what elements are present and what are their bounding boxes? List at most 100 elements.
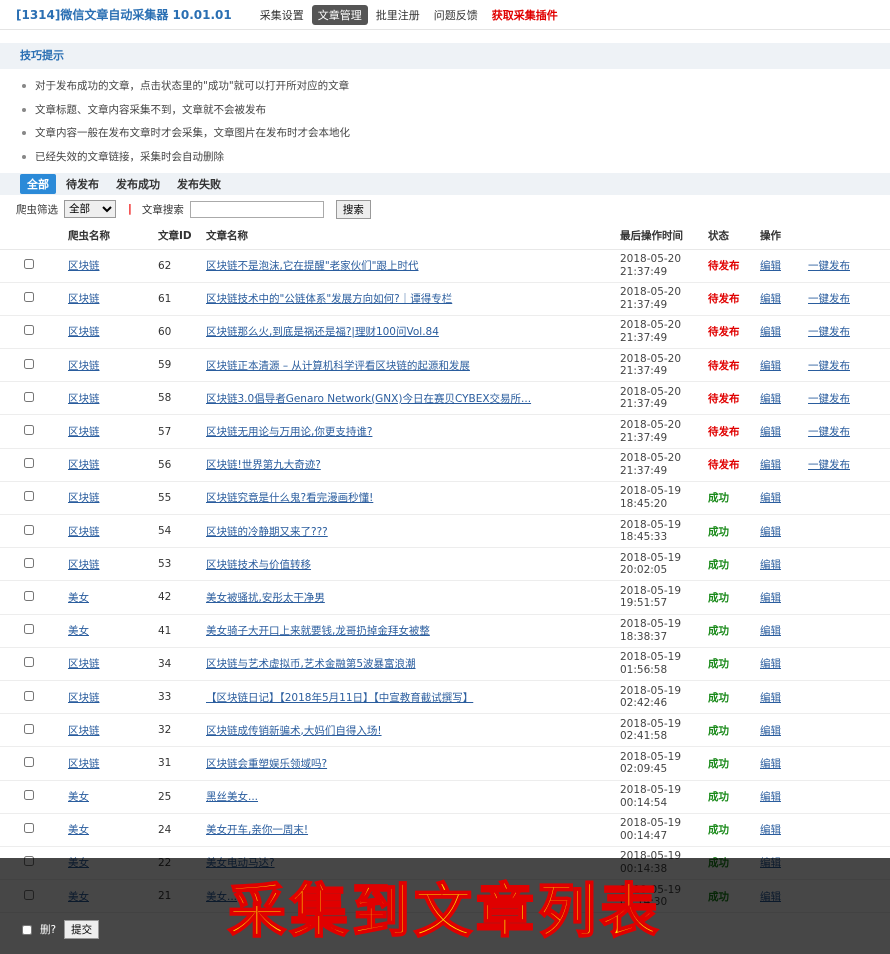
crawler-link[interactable]: 区块链 xyxy=(68,658,100,670)
row-checkbox[interactable] xyxy=(24,391,34,402)
row-checkbox[interactable] xyxy=(24,657,34,668)
article-title-link[interactable]: 区块链3.0倡导者Genaro Network(GNX)今日在赛贝CYBEX交易… xyxy=(206,393,531,405)
status-badge[interactable]: 待发布 xyxy=(708,414,760,449)
row-checkbox[interactable] xyxy=(24,491,34,502)
publish-link[interactable]: 一键发布 xyxy=(808,360,850,372)
crawler-link[interactable]: 美女 xyxy=(68,824,89,836)
row-checkbox[interactable] xyxy=(24,690,34,701)
crawler-link[interactable]: 区块链 xyxy=(68,492,100,504)
row-checkbox[interactable] xyxy=(24,823,34,834)
article-title-link[interactable]: 区块链的冷静期又来了??? xyxy=(206,526,328,538)
article-title-link[interactable]: 区块链无用论与万用论,你更支持谁? xyxy=(206,426,372,438)
edit-link[interactable]: 编辑 xyxy=(760,658,781,670)
crawler-link[interactable]: 区块链 xyxy=(68,293,100,305)
status-badge[interactable]: 成功 xyxy=(708,713,760,748)
row-checkbox[interactable] xyxy=(24,557,34,568)
crawler-link[interactable]: 区块链 xyxy=(68,360,100,372)
status-badge[interactable]: 待发布 xyxy=(708,348,760,383)
publish-link[interactable]: 一键发布 xyxy=(808,260,850,272)
crawler-link[interactable]: 区块链 xyxy=(68,326,100,338)
edit-link[interactable]: 编辑 xyxy=(760,625,781,637)
article-title-link[interactable]: 区块链!世界第九大奇迹? xyxy=(206,459,321,471)
tab-published[interactable]: 发布成功 xyxy=(109,174,167,194)
article-title-link[interactable]: 区块链会重塑娱乐领域吗? xyxy=(206,758,327,770)
tab-all[interactable]: 全部 xyxy=(20,174,56,194)
crawler-link[interactable]: 区块链 xyxy=(68,393,100,405)
status-badge[interactable]: 待发布 xyxy=(708,315,760,350)
crawler-link[interactable]: 区块链 xyxy=(68,692,100,704)
crawler-link[interactable]: 区块链 xyxy=(68,758,100,770)
edit-link[interactable]: 编辑 xyxy=(760,459,781,471)
edit-link[interactable]: 编辑 xyxy=(760,526,781,538)
row-checkbox[interactable] xyxy=(24,790,34,801)
crawler-link[interactable]: 区块链 xyxy=(68,725,100,737)
edit-link[interactable]: 编辑 xyxy=(760,492,781,504)
status-badge[interactable]: 成功 xyxy=(708,614,760,648)
row-checkbox[interactable] xyxy=(24,756,34,767)
edit-link[interactable]: 编辑 xyxy=(760,260,781,272)
crawler-link[interactable]: 美女 xyxy=(68,625,89,637)
article-title-link[interactable]: 区块链成传销新骗术,大妈们自得入场! xyxy=(206,725,382,737)
edit-link[interactable]: 编辑 xyxy=(760,326,781,338)
edit-link[interactable]: 编辑 xyxy=(760,559,781,571)
article-title-link[interactable]: 美女骑子大开口上来就要钱,龙哥扔掉金拜女被整 xyxy=(206,625,430,637)
crawler-link[interactable]: 区块链 xyxy=(68,459,100,471)
row-checkbox[interactable] xyxy=(24,590,34,601)
row-checkbox[interactable] xyxy=(24,292,34,303)
nav-get-plugin[interactable]: 获取采集插件 xyxy=(486,5,564,25)
edit-link[interactable]: 编辑 xyxy=(760,824,781,836)
article-title-link[interactable]: 美女被骚扰,安彤太干净男 xyxy=(206,592,325,604)
search-button[interactable]: 搜索 xyxy=(335,199,371,219)
publish-link[interactable]: 一键发布 xyxy=(808,293,850,305)
status-badge[interactable]: 待发布 xyxy=(708,381,760,416)
publish-link[interactable]: 一键发布 xyxy=(808,459,850,471)
edit-link[interactable]: 编辑 xyxy=(760,692,781,704)
status-badge[interactable]: 待发布 xyxy=(708,249,760,283)
article-title-link[interactable]: 区块链与艺术虚拟币,艺术金融第5波暴富浪潮 xyxy=(206,658,416,670)
row-checkbox[interactable] xyxy=(24,325,34,336)
nav-article-management[interactable]: 文章管理 xyxy=(311,4,368,25)
edit-link[interactable]: 编辑 xyxy=(760,293,781,305)
crawler-link[interactable]: 美女 xyxy=(68,791,89,803)
edit-link[interactable]: 编辑 xyxy=(760,393,781,405)
article-title-link[interactable]: 【区块链日记】【2018年5月11日】【中宣教育截试撰写】 xyxy=(206,692,473,704)
status-badge[interactable]: 成功 xyxy=(708,813,760,847)
delete-checkbox[interactable] xyxy=(22,924,32,935)
article-title-link[interactable]: 区块链不是泡沫,它在提醒"老家伙们"跟上时代 xyxy=(206,260,419,272)
nav-batch-register[interactable]: 批里注册 xyxy=(370,5,426,25)
edit-link[interactable]: 编辑 xyxy=(760,791,781,803)
crawler-link[interactable]: 区块链 xyxy=(68,559,100,571)
article-title-link[interactable]: 黑丝美女... xyxy=(206,791,258,803)
crawler-filter-select[interactable]: 全部 xyxy=(64,200,116,218)
edit-link[interactable]: 编辑 xyxy=(760,426,781,438)
status-badge[interactable]: 成功 xyxy=(708,547,760,582)
search-input[interactable] xyxy=(189,200,324,218)
row-checkbox[interactable] xyxy=(24,723,34,734)
status-badge[interactable]: 成功 xyxy=(708,580,760,615)
publish-link[interactable]: 一键发布 xyxy=(808,326,850,338)
status-badge[interactable]: 待发布 xyxy=(708,448,760,482)
row-checkbox[interactable] xyxy=(24,425,34,436)
status-badge[interactable]: 成功 xyxy=(708,647,760,681)
status-badge[interactable]: 成功 xyxy=(708,481,760,516)
crawler-link[interactable]: 区块链 xyxy=(68,426,100,438)
status-badge[interactable]: 成功 xyxy=(708,680,760,715)
crawler-link[interactable]: 区块链 xyxy=(68,526,100,538)
nav-collect-settings[interactable]: 采集设置 xyxy=(254,5,310,25)
tab-pending[interactable]: 待发布 xyxy=(59,174,106,194)
article-title-link[interactable]: 美女开车,亲你一周末! xyxy=(206,824,308,836)
publish-link[interactable]: 一键发布 xyxy=(808,426,850,438)
edit-link[interactable]: 编辑 xyxy=(760,360,781,372)
edit-link[interactable]: 编辑 xyxy=(760,758,781,770)
edit-link[interactable]: 编辑 xyxy=(760,725,781,737)
crawler-link[interactable]: 美女 xyxy=(68,592,89,604)
article-title-link[interactable]: 区块链正本清源 – 从计算机科学评看区块链的起源和发展 xyxy=(206,360,470,372)
row-checkbox[interactable] xyxy=(24,458,34,469)
article-title-link[interactable]: 区块链技术与价值转移 xyxy=(206,559,311,571)
status-badge[interactable]: 成功 xyxy=(708,514,760,549)
crawler-link[interactable]: 区块链 xyxy=(68,260,100,272)
submit-button[interactable]: 提交 xyxy=(64,920,100,939)
article-title-link[interactable]: 区块链技术中的"公链体系"发展方向如何?｜谭得专栏 xyxy=(206,293,452,305)
row-checkbox[interactable] xyxy=(24,524,34,535)
status-badge[interactable]: 待发布 xyxy=(708,282,760,316)
